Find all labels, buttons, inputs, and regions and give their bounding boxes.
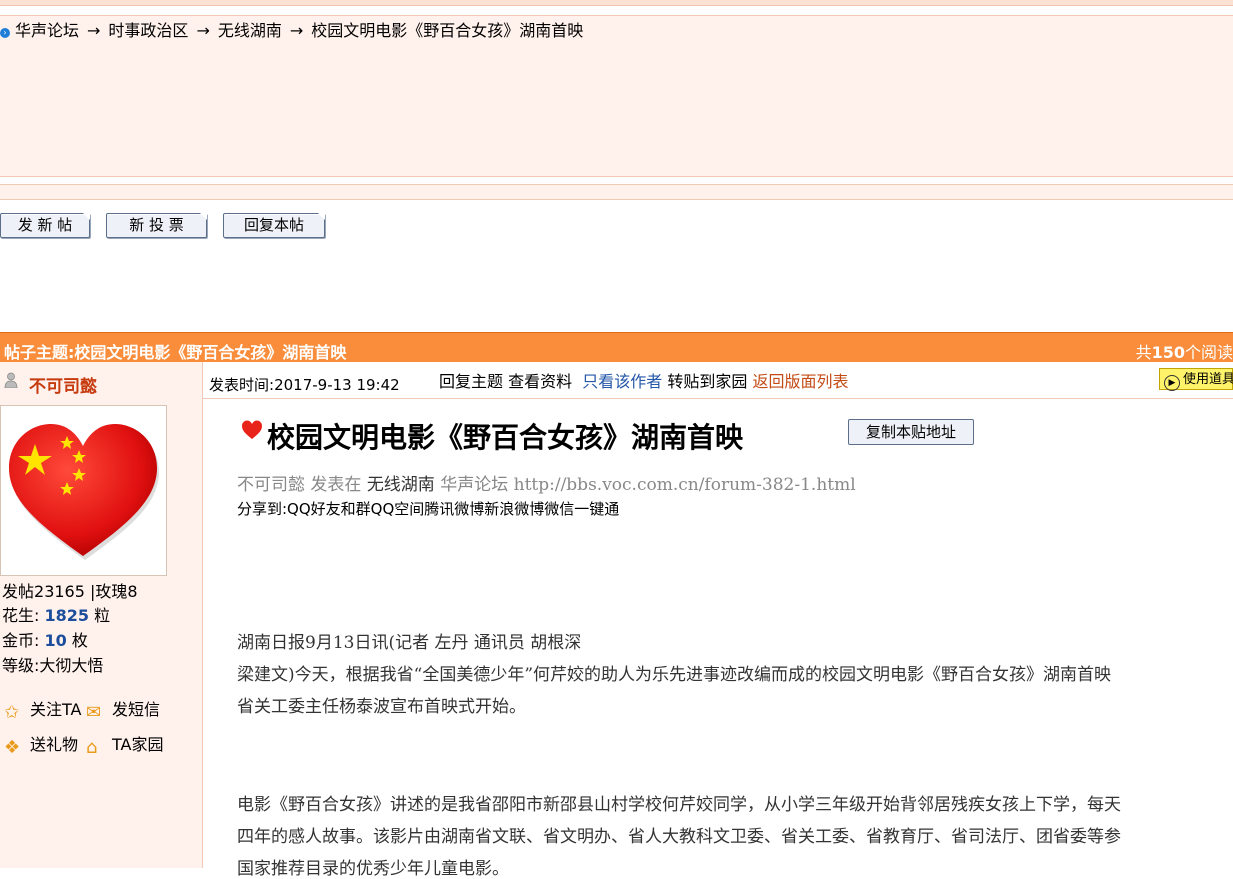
- peanut-count: 花生: 1825 粒: [2, 606, 111, 625]
- breadcrumb-separator: →: [289, 21, 304, 40]
- post-count: 发帖23165 |玫瑰8: [2, 582, 138, 601]
- thread-subject: 帖子主题:校园文明电影《野百合女孩》湖南首映: [4, 343, 347, 362]
- forum-url-link[interactable]: http://bbs.voc.com.cn/forum-382-1.html: [514, 475, 856, 495]
- body-line: 电影《野百合女孩》讲述的是我省邵阳市新邵县山村学校何芹姣同学，从小学三年级开始背…: [237, 795, 1121, 815]
- post-meta-bar: 发表时间:2017-9-13 19:42 回复主题 查看资料 只看该作者 转贴到…: [203, 362, 1233, 399]
- body-line: 梁建文)今天，根据我省“全国美德少年”何芹姣的助人为乐先进事迹改编而成的校园文明…: [237, 665, 1112, 685]
- new-poll-button[interactable]: 新 投 票: [106, 213, 207, 238]
- new-post-button[interactable]: 发 新 帖: [0, 213, 90, 238]
- breadcrumb-section[interactable]: 时事政治区: [108, 21, 188, 40]
- gift-icon: ❖: [4, 737, 21, 758]
- author-name[interactable]: 不可司懿: [29, 372, 97, 397]
- body-line: 国家推荐目录的优秀少年儿童电影。: [237, 859, 509, 879]
- breadcrumb-home[interactable]: 华声论坛: [15, 21, 79, 40]
- breadcrumb-forum[interactable]: 无线湖南: [218, 21, 282, 40]
- heart-flag-avatar-icon: [9, 424, 159, 560]
- breadcrumb-arrow-icon: ›: [0, 28, 10, 38]
- post-time: 发表时间:2017-9-13 19:42: [209, 376, 400, 394]
- use-prop-button[interactable]: ▶ 使用道具: [1159, 368, 1233, 391]
- forward-link[interactable]: 转贴到家园: [667, 372, 747, 391]
- author-panel: 不可司懿 发帖23165 |玫瑰8 花生: 1825 粒 金币: 10 枚 等级…: [0, 362, 203, 868]
- site-link[interactable]: 华声论坛: [440, 475, 508, 495]
- play-icon: ▶: [1164, 375, 1180, 391]
- follow-button[interactable]: ✩ 关注TA: [4, 696, 81, 723]
- breadcrumb-band: › 华声论坛 → 时事政治区 → 无线湖南 → 校园文明电影《野百合女孩》湖南首映: [0, 15, 1233, 177]
- forum-link[interactable]: 无线湖南: [367, 475, 435, 495]
- breadcrumb-thread[interactable]: 校园文明电影《野百合女孩》湖南首映: [311, 21, 583, 40]
- breadcrumb: › 华声论坛 → 时事政治区 → 无线湖南 → 校园文明电影《野百合女孩》湖南首映: [0, 22, 583, 40]
- copy-url-button[interactable]: 复制本贴地址: [848, 419, 974, 445]
- heart-icon: [242, 420, 262, 439]
- post-content-area: 发表时间:2017-9-13 19:42 回复主题 查看资料 只看该作者 转贴到…: [203, 362, 1233, 879]
- back-to-list-link[interactable]: 返回版面列表: [753, 372, 849, 391]
- gift-button[interactable]: ❖ 送礼物: [4, 731, 78, 758]
- follow-star-icon: ✩: [4, 702, 20, 723]
- avatar[interactable]: [0, 405, 167, 576]
- share-row[interactable]: 分享到:QQ好友和群QQ空间腾讯微博新浪微博微信一键通: [237, 498, 619, 519]
- only-author-link[interactable]: 只看该作者: [582, 372, 662, 391]
- post-byline: 不可司懿 发表在 无线湖南 华声论坛 http://bbs.voc.com.cn…: [237, 475, 856, 495]
- message-button[interactable]: ✉ 发短信: [86, 696, 160, 723]
- subject-bar: 帖子主题:校园文明电影《野百合女孩》湖南首映 共150个阅读: [0, 332, 1233, 363]
- profile-link[interactable]: 查看资料: [508, 372, 572, 391]
- body-line: 省关工委主任杨泰波宣布首映式开始。: [237, 697, 526, 717]
- message-icon: ✉: [86, 702, 102, 723]
- user-icon: [4, 372, 18, 388]
- post-title: 校园文明电影《野百合女孩》湖南首映: [241, 416, 743, 456]
- reply-button[interactable]: 回复本帖: [223, 213, 325, 238]
- breadcrumb-separator: →: [87, 21, 101, 40]
- body-line: 四年的感人故事。该影片由湖南省文联、省文明办、省人大教科文卫委、省关工委、省教育…: [237, 827, 1121, 847]
- read-count-value: 150: [1151, 343, 1185, 362]
- top-edge: [0, 0, 1233, 6]
- user-level: 等级:大彻大悟: [2, 656, 104, 675]
- body-line: 湖南日报9月13日讯(记者 左丹 通讯员 胡根深: [237, 633, 582, 653]
- separator-band: [0, 184, 1233, 200]
- coin-count: 金币: 10 枚: [2, 631, 88, 650]
- reply-link[interactable]: 回复主题: [439, 372, 503, 391]
- post-actions: 回复主题 查看资料 只看该作者 转贴到家园 返回版面列表: [439, 368, 849, 392]
- breadcrumb-separator: →: [196, 21, 210, 40]
- home-button[interactable]: ⌂ TA家园: [86, 731, 163, 758]
- read-count: 共150个阅读: [1135, 343, 1233, 362]
- home-icon: ⌂: [86, 737, 98, 758]
